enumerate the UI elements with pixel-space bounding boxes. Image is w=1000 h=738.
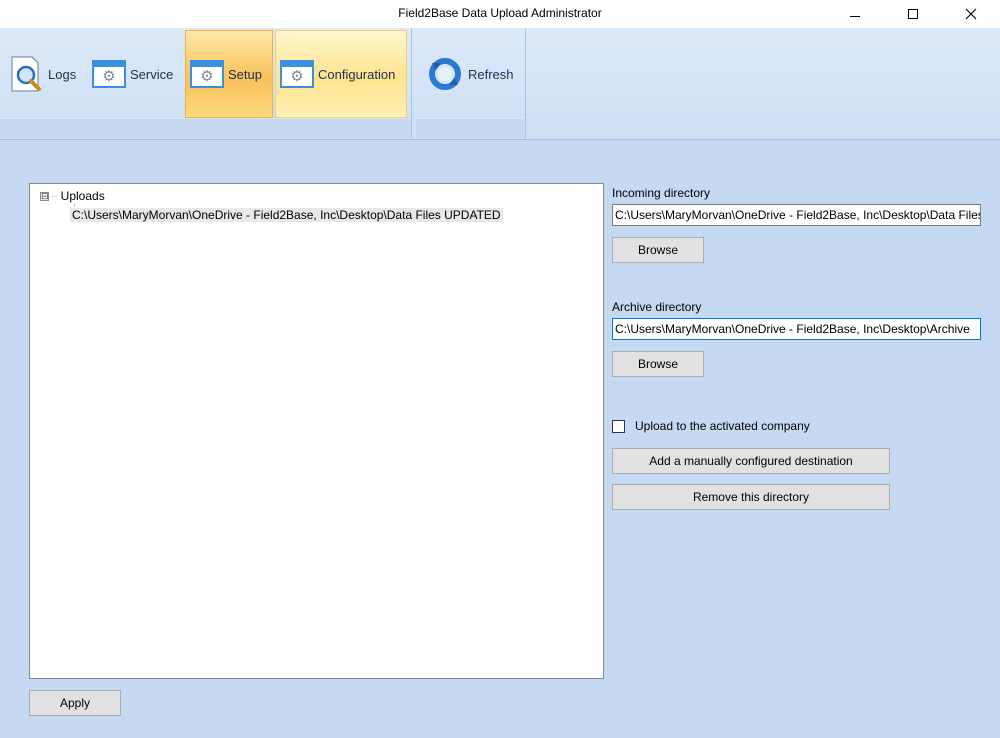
incoming-directory-field[interactable]: C:\Users\MaryMorvan\OneDrive - Field2Bas… xyxy=(612,204,981,226)
gear-icon: ⚙ xyxy=(280,60,314,88)
remove-directory-button[interactable]: Remove this directory xyxy=(612,484,890,510)
apply-button[interactable]: Apply xyxy=(29,690,121,716)
incoming-directory-label: Incoming directory xyxy=(612,186,711,200)
gear-icon: ⚙ xyxy=(92,60,126,88)
title-bar: Field2Base Data Upload Administrator xyxy=(0,0,1000,28)
refresh-icon xyxy=(429,58,461,90)
maximize-icon xyxy=(908,9,918,19)
upload-activated-company-option[interactable]: Upload to the activated company xyxy=(612,419,810,433)
close-button[interactable] xyxy=(948,0,994,28)
ribbon-group-refresh: Refresh xyxy=(416,28,526,138)
setup-label: Setup xyxy=(228,66,262,82)
collapse-icon[interactable]: ⊟ xyxy=(40,191,49,201)
tree-root-label: Uploads xyxy=(60,189,105,203)
close-icon xyxy=(965,8,977,20)
incoming-browse-button[interactable]: Browse xyxy=(612,237,704,263)
setup-panel: ⊟ ·· Uploads C:\Users\MaryMorvan\OneDriv… xyxy=(0,146,1000,738)
tree-root-uploads[interactable]: ⊟ ·· Uploads xyxy=(40,189,105,203)
tree-connector: ·· xyxy=(51,190,58,202)
uploads-tree[interactable]: ⊟ ·· Uploads C:\Users\MaryMorvan\OneDriv… xyxy=(29,183,604,679)
refresh-label: Refresh xyxy=(468,66,514,82)
configuration-label: Configuration xyxy=(318,66,396,82)
gear-icon: ⚙ xyxy=(190,60,224,88)
upload-activated-company-label: Upload to the activated company xyxy=(635,419,810,433)
minimize-button[interactable] xyxy=(832,0,878,28)
magnifier-icon xyxy=(11,56,41,92)
ribbon-group-footer xyxy=(0,118,411,138)
archive-browse-button[interactable]: Browse xyxy=(612,351,704,377)
upload-activated-company-checkbox[interactable] xyxy=(612,419,625,433)
ribbon-group-footer xyxy=(416,118,525,138)
configuration-button[interactable]: ⚙ Configuration xyxy=(275,30,407,118)
logs-label: Logs xyxy=(48,66,77,82)
tree-item-directory[interactable]: C:\Users\MaryMorvan\OneDrive - Field2Bas… xyxy=(70,208,503,222)
service-button[interactable]: ⚙ Service xyxy=(88,30,184,118)
archive-directory-label: Archive directory xyxy=(612,300,702,314)
setup-button[interactable]: ⚙ Setup xyxy=(185,30,273,118)
minimize-icon xyxy=(850,15,860,17)
maximize-button[interactable] xyxy=(890,0,936,28)
ribbon: Logs ⚙ Service ⚙ Setup ⚙ Configuration R… xyxy=(0,28,1000,140)
tree-item-label: C:\Users\MaryMorvan\OneDrive - Field2Bas… xyxy=(70,208,503,222)
add-destination-button[interactable]: Add a manually configured destination xyxy=(612,448,890,474)
service-label: Service xyxy=(130,66,174,82)
ribbon-group-main: Logs ⚙ Service ⚙ Setup ⚙ Configuration xyxy=(0,28,412,138)
archive-directory-field[interactable]: C:\Users\MaryMorvan\OneDrive - Field2Bas… xyxy=(612,318,981,340)
refresh-button[interactable]: Refresh xyxy=(422,30,522,118)
logs-button[interactable]: Logs xyxy=(6,30,86,118)
